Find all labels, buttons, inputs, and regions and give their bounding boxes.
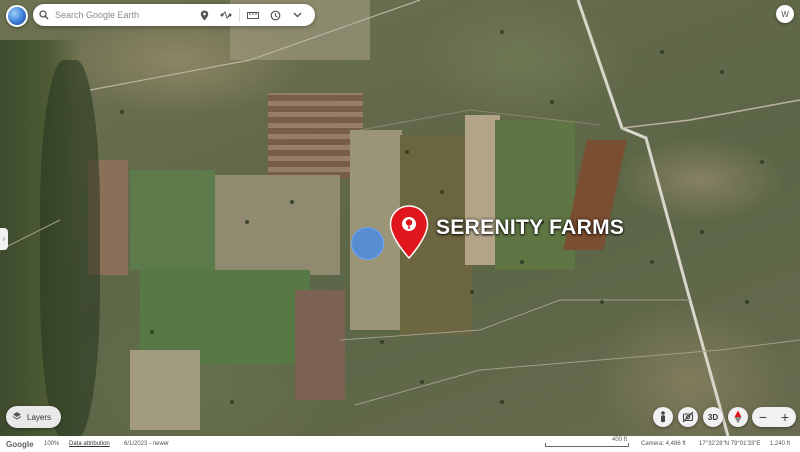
hide-photos-icon[interactable] — [678, 407, 698, 427]
chevron-down-icon[interactable] — [286, 4, 308, 26]
history-icon[interactable] — [264, 4, 286, 26]
location-pin-icon[interactable] — [193, 4, 215, 26]
tree — [420, 380, 424, 384]
scale-bar — [545, 443, 629, 447]
search-icon[interactable] — [33, 10, 55, 20]
imagery-date: 6/1/2023 - newer — [124, 441, 170, 447]
place-label[interactable]: SERENITY FARMS — [436, 216, 624, 240]
coordinates: 17°32'28"N 79°01'33"E — [699, 441, 761, 447]
divider — [239, 8, 240, 22]
ruler-icon[interactable] — [242, 4, 264, 26]
tree — [380, 340, 384, 344]
tree — [520, 260, 524, 264]
tree — [500, 30, 504, 34]
search-bar — [33, 4, 315, 26]
zoom-percent: 100% — [44, 441, 60, 447]
side-panel-toggle[interactable]: › — [0, 228, 8, 250]
tree — [290, 200, 294, 204]
status-bar: Google 100% Data attribution 6/1/2023 - … — [0, 436, 800, 452]
location-pin-icon[interactable] — [389, 205, 429, 259]
tree — [245, 220, 249, 224]
zoom-in-button[interactable]: + — [774, 407, 796, 427]
zoom-out-button[interactable]: − — [752, 407, 774, 427]
tree — [720, 70, 724, 74]
search-input[interactable] — [55, 10, 193, 20]
elevation: 1,240 ft — [770, 441, 791, 447]
tree — [700, 230, 704, 234]
zoom-controls: − + — [752, 407, 796, 427]
data-attribution-link[interactable]: Data attribution — [69, 441, 110, 447]
tree — [650, 260, 654, 264]
tree — [500, 400, 504, 404]
layers-icon — [12, 408, 22, 426]
camera-altitude: Camera: 4,486 ft — [641, 441, 686, 447]
google-earth-logo[interactable] — [6, 5, 28, 27]
tree — [760, 160, 764, 164]
tree — [660, 50, 664, 54]
compass-icon[interactable] — [728, 407, 748, 427]
pegman-icon[interactable] — [653, 407, 673, 427]
current-location-dot[interactable] — [351, 227, 384, 260]
tree — [470, 290, 474, 294]
tree — [600, 300, 604, 304]
tree — [405, 150, 409, 154]
3d-toggle-button[interactable]: 3D — [703, 407, 723, 427]
tree — [745, 300, 749, 304]
tree — [440, 190, 444, 194]
route-icon[interactable] — [215, 4, 237, 26]
tree — [150, 330, 154, 334]
tree — [550, 100, 554, 104]
avatar[interactable]: W — [776, 5, 794, 23]
google-logo: Google — [6, 439, 34, 449]
layers-label: Layers — [27, 412, 52, 422]
tree — [120, 110, 124, 114]
tree — [230, 400, 234, 404]
layers-button[interactable]: Layers — [6, 406, 62, 428]
